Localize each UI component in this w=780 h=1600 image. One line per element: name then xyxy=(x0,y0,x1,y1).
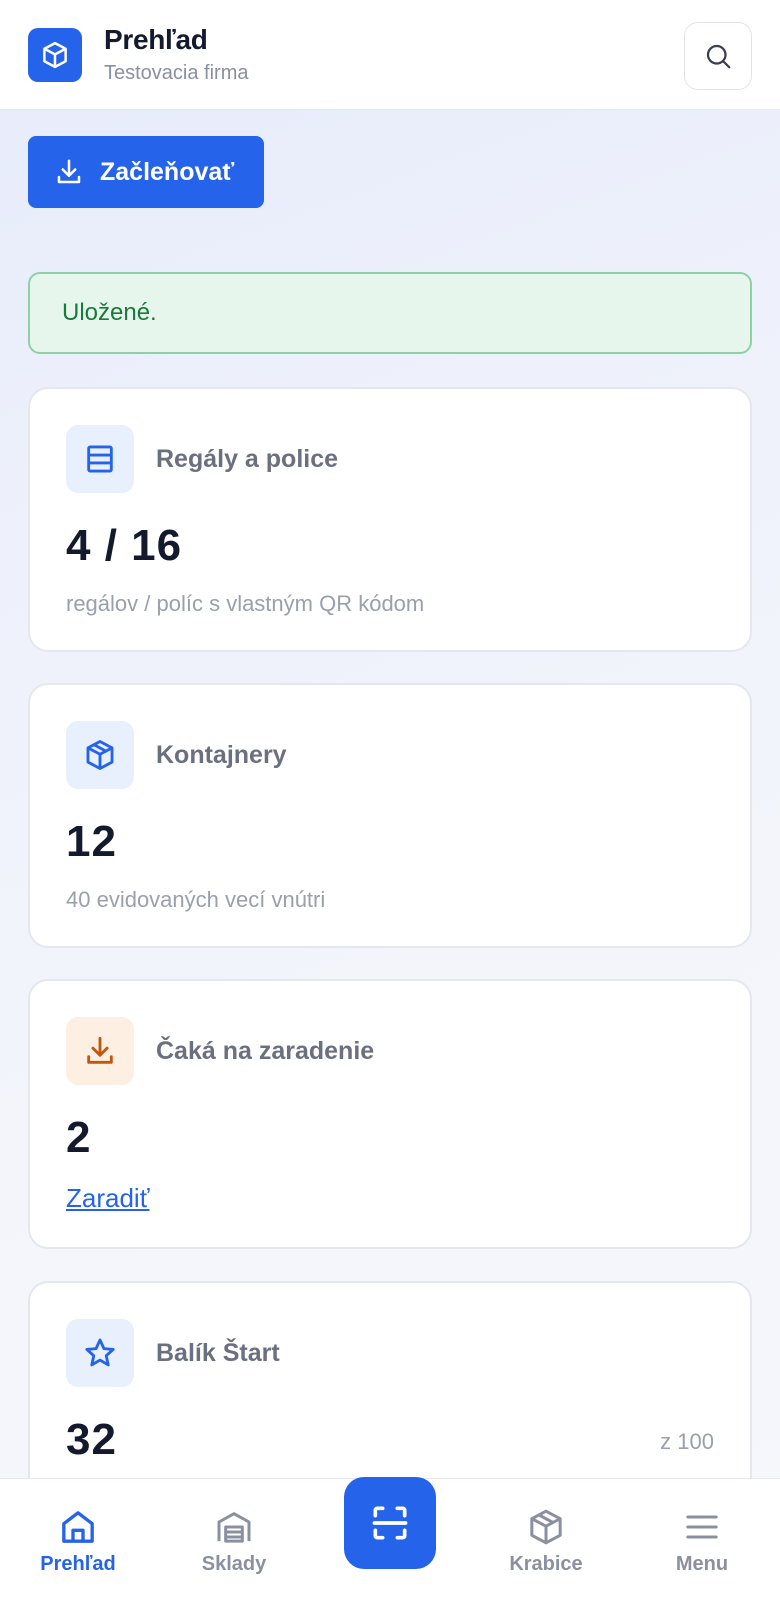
top-header: Prehľad Testovacia firma xyxy=(0,0,780,110)
nav-label: Sklady xyxy=(201,1553,267,1575)
card-value: 32 xyxy=(66,1415,117,1464)
warehouse-icon xyxy=(217,1512,251,1543)
card-icon-wrapper xyxy=(66,1319,134,1387)
app-logo xyxy=(28,28,82,82)
card-title: Kontajnery xyxy=(156,741,287,769)
box-icon xyxy=(530,1509,562,1545)
nav-label: Prehľad xyxy=(40,1553,116,1575)
import-button[interactable]: Začleňovať xyxy=(28,136,264,208)
card-icon-wrapper xyxy=(66,721,134,789)
home-icon xyxy=(62,1511,94,1543)
download-icon xyxy=(57,159,81,184)
nav-item-menu[interactable]: Menu xyxy=(642,1507,762,1587)
card-icon-wrapper xyxy=(66,1017,134,1085)
menu-icon xyxy=(686,1515,718,1539)
card-title: Čaká na zaradenie xyxy=(156,1037,375,1065)
nav-label: Menu xyxy=(675,1553,729,1575)
success-alert: Uložené. xyxy=(28,272,752,354)
card-value: 4 / 16 xyxy=(66,521,183,570)
scan-icon xyxy=(372,1506,408,1540)
download-icon xyxy=(87,1036,113,1064)
card-description: regálov / políc s vlastným QR kódom xyxy=(66,591,425,616)
assign-link[interactable]: Zaradiť xyxy=(66,1183,149,1214)
scan-button[interactable] xyxy=(344,1477,436,1569)
card-value: 2 xyxy=(66,1113,92,1162)
nav-item-boxes[interactable]: Krabice xyxy=(486,1507,606,1587)
nav-item-warehouses[interactable]: Sklady xyxy=(174,1507,294,1587)
card-pending[interactable]: Čaká na zaradenie 2 Zaradiť xyxy=(28,979,752,1249)
card-value: 12 xyxy=(66,817,117,866)
nav-label: Krabice xyxy=(509,1553,583,1575)
import-button-label: Začleňovať xyxy=(100,157,235,186)
star-icon xyxy=(85,1338,115,1367)
company-name: Testovacia firma xyxy=(104,62,249,84)
box-icon xyxy=(86,740,114,770)
card-limit: z 100 xyxy=(660,1429,714,1454)
card-icon-wrapper xyxy=(66,425,134,493)
card-containers[interactable]: Kontajnery 12 40 evidovaných vecí vnútri xyxy=(28,683,752,948)
alert-message: Uložené. xyxy=(62,299,157,326)
box-icon xyxy=(43,41,67,69)
card-title: Balík Štart xyxy=(156,1339,280,1367)
search-icon xyxy=(706,44,731,69)
page-title: Prehľad xyxy=(104,24,208,55)
nav-item-overview[interactable]: Prehľad xyxy=(18,1507,138,1587)
card-title: Regály a police xyxy=(156,445,339,473)
shelves-icon xyxy=(87,445,113,473)
search-button[interactable] xyxy=(684,22,752,90)
card-description: 40 evidovaných vecí vnútri xyxy=(66,887,326,912)
card-shelves[interactable]: Regály a police 4 / 16 regálov / políc s… xyxy=(28,387,752,652)
